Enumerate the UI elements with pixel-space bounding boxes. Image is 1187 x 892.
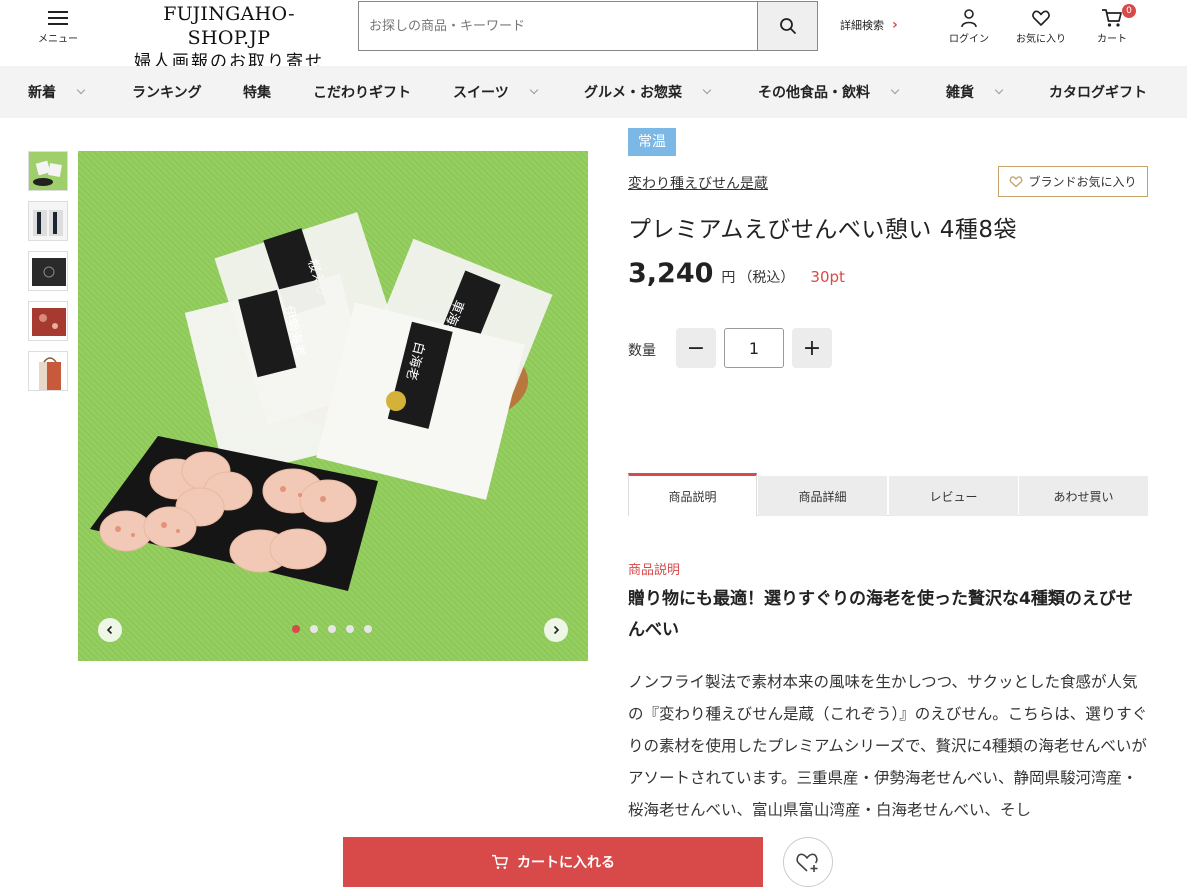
carousel-dot[interactable] xyxy=(328,625,336,633)
thumbnail-image xyxy=(29,352,67,390)
cart-button[interactable]: 0 カート xyxy=(1094,4,1136,45)
user-icon xyxy=(961,9,977,28)
heart-plus-icon xyxy=(796,853,818,872)
thumbnail-image xyxy=(29,152,67,190)
cart-label: カート xyxy=(1097,34,1127,45)
nav-label: 特集 xyxy=(243,85,271,101)
thumbnail-image xyxy=(29,202,67,240)
carousel-dot[interactable] xyxy=(364,625,372,633)
tab-description[interactable]: 商品説明 xyxy=(628,473,757,516)
thumbnail-image xyxy=(29,302,67,340)
tab-details[interactable]: 商品詳細 xyxy=(758,476,887,516)
thumbnail-2[interactable] xyxy=(28,201,68,241)
next-image-button[interactable] xyxy=(544,618,568,642)
chevron-down-icon xyxy=(890,85,900,95)
category-nav: 新着 ランキング 特集 こだわりギフト スイーツ グルメ・お惣菜 その他食品・飲… xyxy=(0,66,1187,118)
points-value: 30pt xyxy=(810,268,845,286)
nav-label: ランキング xyxy=(132,85,202,101)
nav-label: カタログギフト xyxy=(1049,85,1147,101)
hamburger-icon xyxy=(48,10,68,26)
prev-image-button[interactable] xyxy=(98,618,122,642)
nav-item-sweets[interactable]: スイーツ xyxy=(453,66,538,118)
thumbnail-3[interactable] xyxy=(28,251,68,291)
search-input[interactable] xyxy=(359,2,758,50)
thumbnail-image xyxy=(29,252,67,290)
brand-favorite-button[interactable]: ブランドお気に入り xyxy=(998,166,1148,197)
section-label: 商品説明 xyxy=(628,563,681,578)
search-box xyxy=(358,1,818,51)
nav-item-gifts[interactable]: こだわりギフト xyxy=(313,66,411,118)
description-body: ノンフライ製法で素材本来の風味を生かしつつ、サクッとした食感が人気の『変わり種え… xyxy=(628,673,1148,819)
nav-label: 雑貨 xyxy=(946,85,974,101)
cart-count-badge: 0 xyxy=(1122,4,1136,18)
advanced-search-link[interactable]: 詳細検索 › xyxy=(840,17,898,33)
search-icon xyxy=(779,18,796,34)
price-value: 3,240 xyxy=(628,258,714,289)
login-button[interactable]: ログイン xyxy=(948,8,990,45)
chevron-left-icon xyxy=(106,625,113,635)
tax-label: （税込） xyxy=(738,270,795,286)
nav-label: その他食品・飲料 xyxy=(758,85,870,101)
add-to-cart-label: カートに入れる xyxy=(517,855,615,871)
chevron-right-icon: › xyxy=(892,17,898,33)
add-to-cart-button[interactable]: カートに入れる xyxy=(343,837,763,887)
nav-item-other-food[interactable]: その他食品・飲料 xyxy=(758,66,900,118)
search-button[interactable] xyxy=(757,2,817,50)
login-label: ログイン xyxy=(949,34,989,45)
nav-item-ranking[interactable]: ランキング xyxy=(132,66,202,118)
heart-icon xyxy=(1032,10,1050,26)
chevron-right-icon xyxy=(553,625,560,635)
nav-label: スイーツ xyxy=(453,85,509,101)
storage-tag: 常温 xyxy=(628,128,676,156)
nav-item-features[interactable]: 特集 xyxy=(243,66,271,118)
brand-favorite-label: ブランドお気に入り xyxy=(1028,175,1137,189)
logo-en: FUJINGAHO-SHOP.JP xyxy=(163,3,295,49)
quantity-label: 数量 xyxy=(628,343,656,359)
site-logo[interactable]: FUJINGAHO-SHOP.JP 婦人画報のお取り寄せ xyxy=(124,2,334,74)
tab-reviews[interactable]: レビュー xyxy=(889,476,1018,516)
carousel-dots xyxy=(292,625,372,633)
cart-icon xyxy=(492,854,508,869)
nav-label: 新着 xyxy=(28,85,56,101)
favorites-label: お気に入り xyxy=(1016,34,1066,45)
nav-item-gourmet[interactable]: グルメ・お惣菜 xyxy=(584,66,712,118)
heart-plus-icon xyxy=(1010,176,1023,188)
chevron-down-icon xyxy=(994,85,1004,95)
thumbnail-4[interactable] xyxy=(28,301,68,341)
favorites-button[interactable]: お気に入り xyxy=(1014,8,1068,45)
brand-link[interactable]: 変わり種えびせん是蔵 xyxy=(628,173,768,193)
product-title: プレミアムえびせんべい憩い 4種8袋 xyxy=(628,217,1017,243)
chevron-down-icon xyxy=(529,85,538,95)
menu-button[interactable]: メニュー xyxy=(36,8,80,45)
site-header: メニュー FUJINGAHO-SHOP.JP 婦人画報のお取り寄せ 詳細検索 ›… xyxy=(0,0,1187,72)
thumbnail-5[interactable] xyxy=(28,351,68,391)
description-headline: 贈り物にも最適！選りすぐりの海老を使った贅沢な4種類のえびせんべい xyxy=(628,589,1133,640)
add-favorite-button[interactable] xyxy=(783,837,833,887)
product-main-image: 桜えび 車海老 伊勢海老 白海老 xyxy=(78,151,588,661)
thumbnail-1[interactable] xyxy=(28,151,68,191)
carousel-dot[interactable] xyxy=(346,625,354,633)
nav-label: こだわりギフト xyxy=(313,85,411,101)
tab-bundle[interactable]: あわせ買い xyxy=(1019,476,1148,516)
nav-label: グルメ・お惣菜 xyxy=(584,85,682,101)
price-block: 3,240 円 （税込） 30pt xyxy=(628,258,845,289)
nav-item-catalog-gift[interactable]: カタログギフト xyxy=(1049,66,1147,118)
quantity-input[interactable] xyxy=(724,328,784,368)
carousel-dot[interactable] xyxy=(292,625,300,633)
carousel-dot[interactable] xyxy=(310,625,318,633)
quantity-decrease-button[interactable]: − xyxy=(676,328,716,368)
quantity-increase-button[interactable]: + xyxy=(792,328,832,368)
chevron-down-icon xyxy=(702,85,712,95)
product-photo: 桜えび 車海老 伊勢海老 白海老 xyxy=(78,151,588,661)
cart-icon xyxy=(1102,9,1122,27)
price-unit: 円 xyxy=(721,270,736,286)
chevron-down-icon xyxy=(76,85,86,95)
menu-label: メニュー xyxy=(38,34,78,45)
advanced-search-label: 詳細検索 xyxy=(840,19,884,32)
nav-item-goods[interactable]: 雑貨 xyxy=(946,66,1004,118)
nav-item-new[interactable]: 新着 xyxy=(28,66,86,118)
